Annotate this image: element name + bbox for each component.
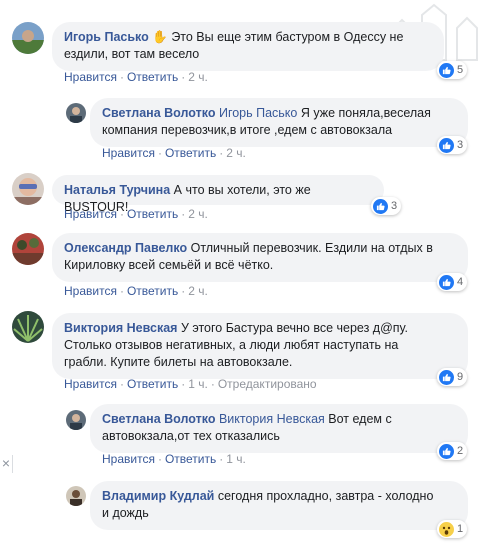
- comment-text: У этого Бастура вечно все через д@пу.: [180, 321, 409, 335]
- separator: ·: [119, 207, 124, 221]
- like-icon: [439, 274, 454, 290]
- timestamp[interactable]: 2 ч.: [226, 146, 246, 160]
- like-icon: [439, 443, 454, 459]
- separator: ·: [210, 377, 215, 391]
- avatar[interactable]: [12, 22, 44, 54]
- timestamp[interactable]: 1 ч.: [226, 452, 246, 466]
- comment-author[interactable]: Олександр Павелко: [64, 241, 187, 255]
- comment-text: Кириловку всей семьёй и всё чётко.: [64, 258, 274, 272]
- reaction-count[interactable]: 4: [437, 273, 468, 291]
- reply-button[interactable]: Ответить: [165, 146, 216, 160]
- reaction-count[interactable]: 3: [371, 197, 402, 215]
- timestamp[interactable]: 1 ч.: [188, 377, 208, 391]
- avatar[interactable]: [12, 311, 44, 343]
- separator: ·: [219, 452, 224, 466]
- reaction-number: 3: [457, 139, 464, 151]
- edited-label[interactable]: Отредактировано: [218, 377, 317, 391]
- comment-bubble: Игорь Пасько ✋ Это Вы еще этим бастуром …: [52, 22, 444, 71]
- separator: ·: [181, 377, 186, 391]
- like-button[interactable]: Нравится: [64, 70, 117, 84]
- reaction-number: 1: [457, 523, 464, 535]
- separator: ·: [219, 146, 224, 160]
- comment-text: Столько отзывов негативных, а люди любят…: [64, 338, 399, 352]
- avatar[interactable]: [12, 233, 44, 265]
- reaction-count[interactable]: 1: [437, 520, 468, 538]
- avatar[interactable]: [66, 410, 86, 430]
- separator: ·: [181, 284, 186, 298]
- comment-author[interactable]: Виктория Невская: [64, 321, 177, 335]
- reply-button[interactable]: Ответить: [127, 377, 178, 391]
- avatar[interactable]: [66, 103, 86, 123]
- reaction-count[interactable]: 2: [437, 442, 468, 460]
- reply-button[interactable]: Ответить: [165, 452, 216, 466]
- comment-bubble: Светлана Волотко Виктория Невская Вот ед…: [90, 404, 468, 453]
- reaction-count[interactable]: 3: [437, 136, 468, 154]
- reaction-number: 4: [457, 276, 464, 288]
- avatar[interactable]: [66, 486, 86, 506]
- separator: ·: [181, 70, 186, 84]
- timestamp[interactable]: 2 ч.: [188, 70, 208, 84]
- like-icon: [373, 198, 388, 214]
- comment-actions: Нравится · Ответить · 2 ч.: [64, 207, 208, 221]
- reaction-number: 5: [457, 64, 464, 76]
- hand-emoji-icon: ✋: [152, 30, 168, 44]
- comment-bubble: Олександр Павелко Отличный перевозчик. Е…: [52, 233, 468, 282]
- separator: ·: [157, 146, 162, 160]
- comment-author[interactable]: Светлана Волотко: [102, 412, 215, 426]
- reaction-number: 3: [391, 200, 398, 212]
- separator: ·: [181, 207, 186, 221]
- reaction-count[interactable]: 9: [437, 368, 468, 386]
- comment-bubble: Светлана Волотко Игорь Пасько Я уже поня…: [90, 98, 468, 147]
- reply-button[interactable]: Ответить: [127, 284, 178, 298]
- comment-text: грабли. Купите билеты на автовокзале.: [64, 355, 293, 369]
- separator: ·: [119, 284, 124, 298]
- comment-actions: Нравится · Ответить · 2 ч.: [64, 70, 208, 84]
- like-button[interactable]: Нравится: [102, 146, 155, 160]
- comment-author[interactable]: Наталья Турчина: [64, 183, 170, 197]
- separator: ·: [157, 452, 162, 466]
- comment-actions: Нравится · Ответить · 2 ч.: [64, 284, 208, 298]
- like-icon: [439, 62, 454, 78]
- comment-text: Вот едем с: [328, 412, 392, 426]
- timestamp[interactable]: 2 ч.: [188, 284, 208, 298]
- comment-actions: Нравится · Ответить · 1 ч. · Отредактировано: [64, 377, 317, 391]
- like-icon: [439, 137, 454, 153]
- avatar[interactable]: [12, 173, 44, 205]
- comment-text: компания перевозчик,в итоге ,едем с авто…: [102, 123, 393, 137]
- reply-button[interactable]: Ответить: [127, 207, 178, 221]
- like-button[interactable]: Нравится: [64, 207, 117, 221]
- comment-text: и дождь: [102, 506, 149, 520]
- reaction-number: 2: [457, 445, 464, 457]
- like-button[interactable]: Нравится: [64, 284, 117, 298]
- comment-author[interactable]: Владимир Кудлай: [102, 489, 214, 503]
- tagged-user[interactable]: Виктория Невская: [219, 412, 325, 426]
- comment-text: сегодня прохладно, завтра - холодно: [217, 489, 434, 503]
- comment-text: Это Вы еще этим бастуром в Одессу не: [171, 30, 404, 44]
- comment-actions: Нравится · Ответить · 2 ч.: [102, 146, 246, 160]
- close-icon[interactable]: ×: [0, 455, 13, 473]
- comment-author[interactable]: Светлана Волотко: [102, 106, 215, 120]
- reply-button[interactable]: Ответить: [127, 70, 178, 84]
- separator: ·: [119, 70, 124, 84]
- comment-text: Отличный перевозчик. Ездили на отдых в: [190, 241, 433, 255]
- comment-bubble: Виктория Невская У этого Бастура вечно в…: [52, 313, 468, 379]
- separator: ·: [119, 377, 124, 391]
- comment-bubble: Наталья Турчина А что вы хотели, это же …: [52, 175, 384, 214]
- comment-text: ездили, вот там весело: [64, 47, 200, 61]
- reaction-number: 9: [457, 371, 464, 383]
- comment-text: автовокзала,от тех отказались: [102, 429, 280, 443]
- reaction-count[interactable]: 5: [437, 61, 468, 79]
- comment-author[interactable]: Игорь Пасько: [64, 30, 149, 44]
- tagged-user[interactable]: Игорь Пасько: [219, 106, 297, 120]
- comment-actions: Нравится · Ответить · 1 ч.: [102, 452, 246, 466]
- like-button[interactable]: Нравится: [102, 452, 155, 466]
- comment-bubble: Владимир Кудлай сегодня прохладно, завтр…: [90, 481, 468, 530]
- wow-icon: [439, 521, 454, 537]
- comment-text: Я уже поняла,веселая: [300, 106, 431, 120]
- timestamp[interactable]: 2 ч.: [188, 207, 208, 221]
- like-button[interactable]: Нравится: [64, 377, 117, 391]
- like-icon: [439, 369, 454, 385]
